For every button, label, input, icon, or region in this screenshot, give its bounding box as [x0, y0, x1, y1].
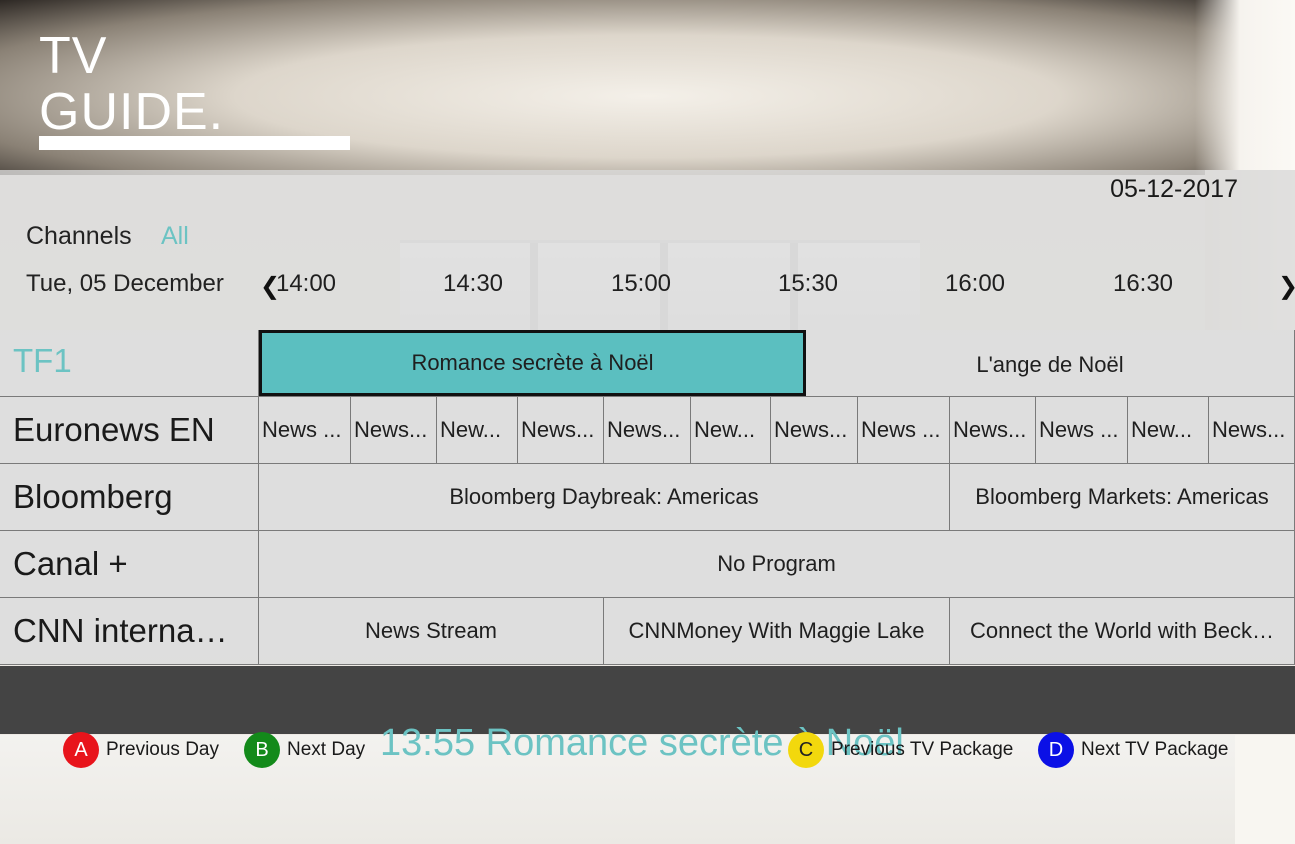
- channels-filter-all[interactable]: All: [161, 222, 189, 251]
- program-cell[interactable]: News...: [1209, 397, 1295, 463]
- time-slot: 15:30: [777, 270, 839, 297]
- legend-previous-day[interactable]: A Previous Day: [63, 732, 219, 768]
- time-slot: 16:30: [1112, 270, 1174, 297]
- program-cell[interactable]: L'ange de Noël: [806, 330, 1295, 396]
- program-title: News ...: [861, 417, 941, 442]
- program-cell[interactable]: News ...: [858, 397, 950, 463]
- time-slot: 16:00: [944, 270, 1006, 297]
- title-line-1: TV: [39, 27, 108, 85]
- program-title: News ...: [262, 417, 342, 442]
- program-cell[interactable]: News...: [518, 397, 604, 463]
- program-cell[interactable]: New...: [691, 397, 771, 463]
- chevron-right-icon[interactable]: ❯: [1278, 272, 1295, 301]
- background-ceiling-light: [1195, 0, 1295, 175]
- channel-row: Bloomberg Bloomberg Daybreak: Americas B…: [0, 464, 1295, 531]
- legend-next-day[interactable]: B Next Day: [244, 732, 365, 768]
- program-cell[interactable]: Bloomberg Daybreak: Americas: [259, 464, 950, 530]
- channel-row: Canal + No Program: [0, 531, 1295, 598]
- program-title: Bloomberg Markets: Americas: [975, 484, 1269, 509]
- program-title: New...: [1131, 417, 1193, 442]
- legend-next-tv-package[interactable]: D Next TV Package: [1038, 732, 1229, 768]
- program-cell[interactable]: News ...: [259, 397, 351, 463]
- title-line-2: GUIDE.: [39, 83, 225, 141]
- program-cell[interactable]: News ...: [1036, 397, 1128, 463]
- program-title: Bloomberg Daybreak: Americas: [449, 484, 759, 509]
- title-underline: [39, 136, 350, 150]
- program-cell[interactable]: No Program: [259, 531, 1295, 597]
- program-title: New...: [694, 417, 756, 442]
- channel-row: CNN interna… News Stream CNNMoney With M…: [0, 598, 1295, 665]
- program-cell[interactable]: News...: [604, 397, 691, 463]
- timeline: ❮ 14:00 14:30 15:00 15:30 16:00 16:30 ❯: [258, 270, 1295, 302]
- program-title: New...: [440, 417, 502, 442]
- program-title: News...: [774, 417, 848, 442]
- current-date: 05-12-2017: [1110, 175, 1238, 203]
- channel-name[interactable]: Bloomberg: [0, 464, 259, 530]
- blue-key-icon: D: [1038, 732, 1074, 768]
- time-slot: 14:30: [442, 270, 504, 297]
- green-key-icon: B: [244, 732, 280, 768]
- guide-header: [0, 170, 1295, 330]
- program-cell[interactable]: New...: [1128, 397, 1209, 463]
- program-title: CNNMoney With Maggie Lake: [628, 618, 925, 643]
- legend-label: Next Day: [287, 739, 366, 760]
- program-cell[interactable]: New...: [437, 397, 518, 463]
- legend-previous-tv-package[interactable]: C Previous TV Package: [788, 732, 1013, 768]
- program-cell[interactable]: News...: [351, 397, 437, 463]
- time-slot: 15:00: [610, 270, 672, 297]
- program-title: News...: [521, 417, 595, 442]
- channel-row: Euronews EN News ... News... New... News…: [0, 397, 1295, 464]
- time-slot: 14:00: [275, 270, 337, 297]
- yellow-key-icon: C: [788, 732, 824, 768]
- program-title: Romance secrète à Noël: [411, 350, 654, 375]
- program-grid: TF1 Romance secrète à Noël L'ange de Noë…: [0, 330, 1295, 666]
- channel-name[interactable]: Euronews EN: [0, 397, 259, 463]
- program-title: Connect the World with Beck…: [969, 618, 1275, 643]
- program-title: News...: [607, 417, 681, 442]
- program-title: News ...: [1039, 417, 1119, 442]
- program-cell[interactable]: Romance secrète à Noël: [259, 330, 806, 396]
- program-cell[interactable]: Bloomberg Markets: Americas: [950, 464, 1295, 530]
- red-key-icon: A: [63, 732, 99, 768]
- legend-label: Next TV Package: [1081, 739, 1229, 760]
- channel-name[interactable]: TF1: [0, 330, 259, 396]
- program-cell[interactable]: Connect the World with Beck…: [950, 598, 1295, 664]
- legend-label: Previous Day: [106, 739, 219, 760]
- day-label: Tue, 05 December: [26, 270, 224, 297]
- channels-label: Channels: [26, 222, 132, 250]
- program-title: News...: [953, 417, 1027, 442]
- program-title: No Program: [717, 551, 836, 576]
- channel-name[interactable]: CNN interna…: [0, 598, 259, 664]
- program-cell[interactable]: News...: [950, 397, 1036, 463]
- channel-row: TF1 Romance secrète à Noël L'ange de Noë…: [0, 330, 1295, 397]
- channel-name[interactable]: Canal +: [0, 531, 259, 597]
- program-cell[interactable]: News...: [771, 397, 858, 463]
- program-title: News Stream: [364, 618, 498, 643]
- background-panel: [1235, 735, 1295, 844]
- legend-label: Previous TV Package: [831, 739, 1014, 760]
- page-title: TV GUIDE.: [39, 28, 224, 140]
- program-title: News...: [1212, 417, 1286, 442]
- program-cell[interactable]: CNNMoney With Maggie Lake: [604, 598, 950, 664]
- program-title: News...: [354, 417, 428, 442]
- program-cell[interactable]: News Stream: [259, 598, 604, 664]
- program-title: L'ange de Noël: [976, 352, 1124, 377]
